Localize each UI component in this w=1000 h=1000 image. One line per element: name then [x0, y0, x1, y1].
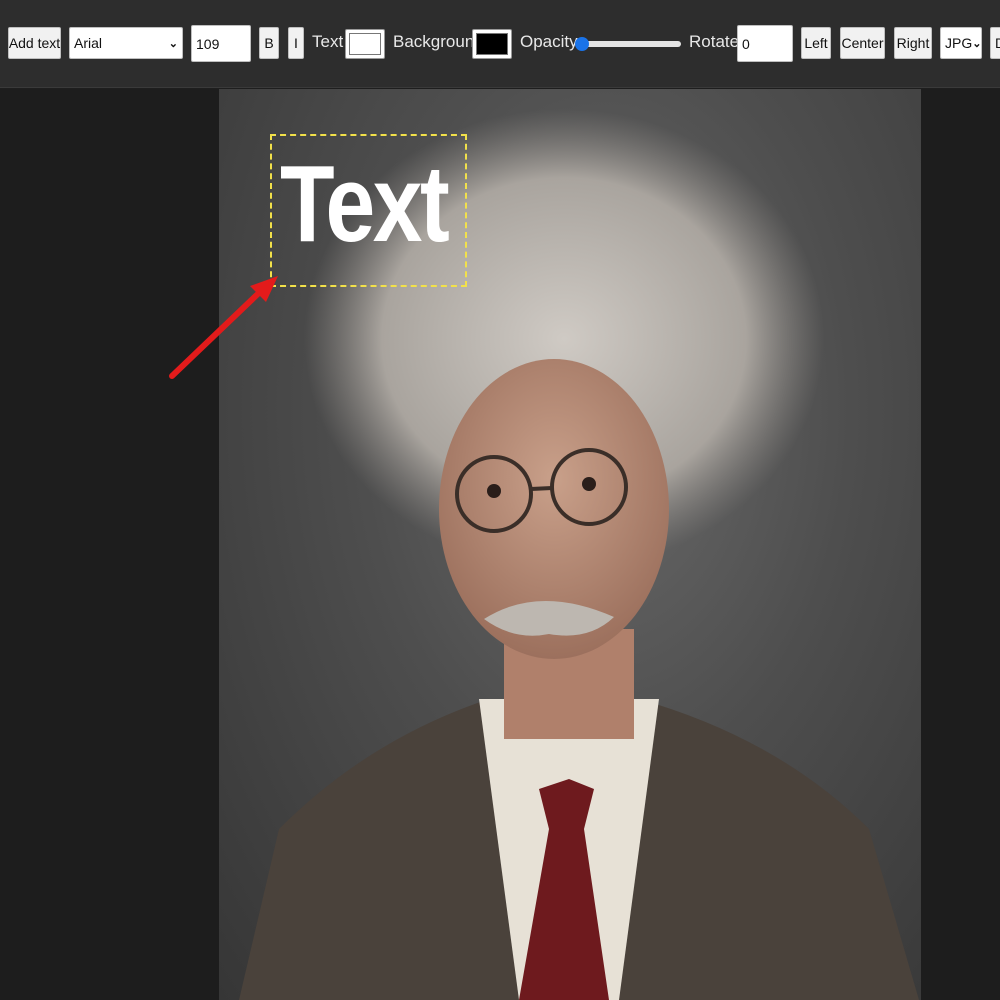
rotate-label: Rotate	[689, 32, 740, 51]
download-button[interactable]: D	[990, 27, 1000, 59]
format-select[interactable]: JPG ⌄	[940, 27, 982, 59]
toolbar: Add text Arial ⌄ B I Text Background Opa…	[0, 0, 1000, 88]
font-size-input[interactable]	[191, 25, 251, 62]
add-text-button[interactable]: Add text	[8, 27, 61, 59]
background-label: Background	[393, 32, 484, 51]
overlay-text[interactable]: Text	[280, 150, 450, 259]
opacity-slider-thumb[interactable]	[575, 37, 589, 51]
text-color-swatch[interactable]	[345, 29, 385, 59]
opacity-slider-track	[575, 41, 681, 47]
opacity-slider[interactable]	[575, 36, 681, 52]
align-left-button[interactable]: Left	[801, 27, 831, 59]
chevron-down-icon: ⌄	[168, 37, 178, 50]
opacity-label: Opacity	[520, 32, 578, 51]
background-color-fill	[476, 33, 508, 55]
left-eye	[487, 484, 501, 498]
italic-button[interactable]: I	[288, 27, 304, 59]
align-right-button[interactable]: Right	[894, 27, 932, 59]
chevron-down-icon: ⌄	[972, 37, 982, 50]
background-color-swatch[interactable]	[472, 29, 512, 59]
glasses-bridge	[530, 486, 553, 491]
format-value: JPG	[945, 35, 973, 51]
bold-button[interactable]: B	[259, 27, 279, 59]
red-arrow-annotation	[169, 276, 278, 379]
text-color-fill	[349, 33, 381, 55]
text-color-label: Text	[312, 32, 344, 51]
font-family-select[interactable]: Arial ⌄	[69, 27, 183, 59]
rotate-input[interactable]	[737, 25, 793, 62]
align-center-button[interactable]: Center	[840, 27, 885, 59]
font-family-value: Arial	[74, 35, 103, 51]
arrow-shaft	[169, 287, 265, 379]
right-eye	[582, 477, 596, 491]
